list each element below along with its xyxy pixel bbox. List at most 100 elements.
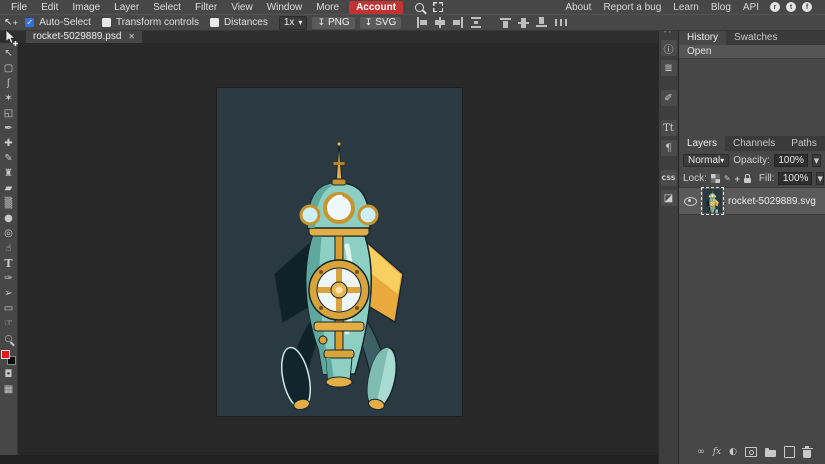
auto-select-checkbox[interactable]: [25, 18, 34, 27]
menubar-link[interactable]: API: [737, 2, 765, 13]
menu-items: FileEditImageLayerSelectFilterViewWindow…: [4, 2, 346, 13]
effects-icon[interactable]: fx: [713, 447, 721, 457]
panel-tab[interactable]: Channels: [725, 136, 783, 151]
image-panel-icon[interactable]: ◪: [661, 190, 677, 206]
move-tool[interactable]: ↖: [1, 46, 17, 61]
adjustment-icon[interactable]: ◐: [729, 447, 737, 457]
link-icon[interactable]: ∞: [697, 447, 705, 457]
menubar-link[interactable]: Blog: [705, 2, 737, 13]
zoom-tool[interactable]: ○: [1, 331, 17, 346]
blend-mode-select[interactable]: Normal ▾: [683, 154, 729, 167]
menubar-item[interactable]: More: [309, 2, 346, 13]
menubar-link[interactable]: About: [559, 2, 597, 13]
foreground-color-swatch[interactable]: [1, 350, 10, 359]
fill-input[interactable]: 100%: [778, 172, 812, 185]
menubar-item[interactable]: Layer: [107, 2, 146, 13]
crop-tool[interactable]: ◱: [1, 106, 17, 121]
menubar-item[interactable]: Window: [260, 2, 310, 13]
brush-settings-icon[interactable]: ✐: [661, 90, 677, 106]
menubar-item[interactable]: View: [224, 2, 260, 13]
menubar-item[interactable]: Edit: [34, 2, 65, 13]
delete-layer-icon[interactable]: [803, 450, 811, 458]
panel-tab[interactable]: Swatches: [726, 30, 785, 45]
document-canvas[interactable]: [217, 88, 462, 416]
magic-wand-tool[interactable]: ✶: [1, 91, 17, 106]
info-panel-icon[interactable]: ⓘ: [661, 40, 677, 56]
history-entry[interactable]: Open: [679, 45, 825, 59]
new-layer-icon[interactable]: [784, 446, 795, 458]
layer-thumbnail: [703, 189, 722, 213]
distances-checkbox[interactable]: [210, 18, 219, 27]
blur-tool[interactable]: ●: [1, 211, 17, 226]
distribute-horizontal-icon[interactable]: [554, 17, 568, 28]
transform-controls-label[interactable]: Transform controls: [116, 17, 199, 28]
menubar-item[interactable]: Select: [146, 2, 188, 13]
panel-tab[interactable]: Layers: [679, 136, 725, 151]
menubar-link[interactable]: Learn: [667, 2, 705, 13]
distribute-vertical-icon[interactable]: [470, 17, 482, 28]
eraser-tool[interactable]: ▰: [1, 181, 17, 196]
opacity-input[interactable]: 100%: [774, 154, 808, 167]
eyedropper-tool[interactable]: ✒: [1, 121, 17, 136]
tool-options-bar: ↖+ Auto-Select Transform controls Distan…: [0, 14, 825, 31]
pixel-ratio-select[interactable]: 1x ▾: [279, 16, 308, 30]
lock-paint-icon[interactable]: ✎: [724, 174, 731, 183]
character-panel-icon[interactable]: Tt: [661, 120, 677, 136]
account-button[interactable]: Account: [349, 1, 403, 14]
menubar-link[interactable]: Report a bug: [597, 2, 667, 13]
lock-all-icon[interactable]: [744, 178, 751, 183]
css-panel-icon[interactable]: CSS: [661, 170, 677, 186]
document-tabbar: rocket-5029889.psd ✕: [0, 30, 658, 43]
clone-stamp-tool[interactable]: ♜: [1, 166, 17, 181]
menubar-item[interactable]: Image: [65, 2, 107, 13]
mask-icon[interactable]: [745, 447, 757, 457]
auto-select-label[interactable]: Auto-Select: [39, 17, 91, 28]
export-png-button[interactable]: ↧ PNG: [312, 17, 354, 29]
export-svg-button[interactable]: ↧ SVG: [360, 17, 402, 29]
close-icon[interactable]: ✕: [128, 32, 135, 41]
visibility-eye-icon[interactable]: [684, 197, 697, 206]
properties-panel-icon[interactable]: ≣: [661, 60, 677, 76]
panel-tab[interactable]: Paths: [783, 136, 825, 151]
lock-transparency-icon[interactable]: [711, 174, 720, 183]
path-select-tool[interactable]: ➢: [1, 286, 17, 301]
shape-tool[interactable]: ▭: [1, 301, 17, 316]
lock-position-icon[interactable]: +: [735, 174, 740, 184]
align-left-icon[interactable]: [416, 17, 428, 28]
align-middle-icon[interactable]: [518, 17, 530, 28]
menubar-item[interactable]: File: [4, 2, 34, 13]
align-center-icon[interactable]: [434, 17, 446, 28]
menubar-item[interactable]: Filter: [188, 2, 224, 13]
new-group-icon[interactable]: [765, 450, 776, 457]
search-icon[interactable]: [415, 3, 424, 12]
transform-controls-checkbox[interactable]: [102, 18, 111, 27]
rectangle-select-tool[interactable]: ▢: [1, 61, 17, 76]
panel-tab[interactable]: History: [679, 30, 726, 45]
twitter-icon[interactable]: t: [786, 2, 796, 12]
document-tab[interactable]: rocket-5029889.psd ✕: [26, 30, 142, 43]
align-top-icon[interactable]: [500, 17, 512, 28]
reddit-icon[interactable]: r: [770, 2, 780, 12]
quick-mask-icon[interactable]: ◘: [1, 367, 17, 382]
fill-dropdown-icon[interactable]: ▼: [816, 172, 823, 185]
paragraph-panel-icon[interactable]: ¶: [661, 140, 677, 156]
healing-brush-tool[interactable]: ✚: [1, 136, 17, 151]
gradient-tool[interactable]: ▒: [1, 196, 17, 211]
export-png-label: PNG: [328, 17, 350, 28]
align-bottom-icon[interactable]: [536, 17, 548, 28]
opacity-dropdown-icon[interactable]: ▼: [812, 154, 821, 167]
horizontal-scroll-strip[interactable]: [0, 455, 658, 464]
lasso-tool[interactable]: ʃ: [1, 76, 17, 91]
fullscreen-icon[interactable]: [433, 2, 443, 12]
align-right-icon[interactable]: [452, 17, 464, 28]
dodge-tool[interactable]: ◎: [1, 226, 17, 241]
brush-tool[interactable]: ✎: [1, 151, 17, 166]
distances-label[interactable]: Distances: [224, 17, 268, 28]
smudge-tool[interactable]: ☝: [1, 241, 17, 256]
facebook-icon[interactable]: f: [802, 2, 812, 12]
type-tool[interactable]: T: [1, 256, 17, 271]
hand-tool[interactable]: ☞: [1, 316, 17, 331]
pen-tool[interactable]: ✑: [1, 271, 17, 286]
screen-mode-icon[interactable]: ▦: [1, 382, 17, 397]
layer-row[interactable]: rocket-5029889.svg: [679, 188, 825, 215]
